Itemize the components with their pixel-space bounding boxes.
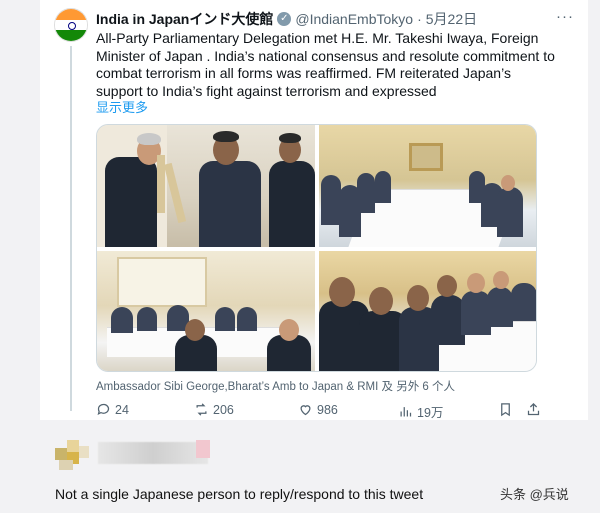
- photo-grid: [96, 124, 537, 372]
- more-dots-icon[interactable]: ···: [556, 8, 574, 25]
- photo-4-indian-delegates[interactable]: [319, 251, 536, 371]
- tagged-people[interactable]: Ambassador Sibi George,Bharat’s Amb to J…: [96, 378, 455, 394]
- photo-1-scarf-greeting[interactable]: [97, 125, 315, 247]
- flag-saffron-band: [55, 9, 87, 20]
- thread-line: [70, 46, 72, 411]
- retweet-icon: [196, 403, 207, 416]
- reply-icon: [97, 403, 110, 416]
- blurred-reply-name: [98, 442, 208, 464]
- share-button[interactable]: [526, 402, 541, 417]
- caption-comment: Not a single Japanese person to reply/re…: [55, 486, 424, 502]
- tweet-header: India in Japanインド大使館 ✓ @IndianEmbTokyo ·…: [96, 9, 477, 29]
- ashoka-chakra-icon: [68, 22, 76, 30]
- verified-badge-icon: ✓: [277, 12, 292, 26]
- like-button[interactable]: 986: [298, 402, 338, 417]
- tweet-actions: 24 206 986 19万: [96, 402, 546, 420]
- share-icon: [527, 402, 540, 416]
- flag-green-band: [55, 30, 87, 41]
- heart-icon: [300, 405, 311, 416]
- show-more-link[interactable]: 显示更多: [96, 97, 148, 116]
- photo-2-meeting-table[interactable]: [319, 125, 536, 247]
- photo-3-delegation-room[interactable]: [97, 251, 315, 371]
- blurred-reply-avatar: [55, 440, 89, 472]
- views-chart-icon: [400, 407, 412, 417]
- tweet-text: All-Party Parliamentary Delegation met H…: [96, 30, 555, 99]
- author-avatar-india-flag[interactable]: [54, 8, 88, 42]
- reply-button[interactable]: 24: [96, 402, 129, 417]
- views-count: 19万: [417, 406, 444, 420]
- reply-count: 24: [115, 402, 129, 417]
- views-button[interactable]: 19万: [398, 402, 443, 421]
- bookmark-icon: [501, 403, 510, 417]
- author-handle[interactable]: @IndianEmbTokyo: [295, 11, 413, 27]
- watermark: 头条 @兵说: [500, 487, 569, 502]
- tweet-date[interactable]: 5月22日: [426, 9, 477, 29]
- bookmark-button[interactable]: [498, 402, 513, 417]
- retweet-button[interactable]: 206: [194, 402, 234, 417]
- blurred-reply-emoji: [196, 440, 210, 458]
- separator-dot: ·: [417, 11, 422, 27]
- author-name[interactable]: India in Japanインド大使館: [96, 9, 273, 29]
- retweet-count: 206: [213, 402, 234, 417]
- like-count: 986: [317, 402, 338, 417]
